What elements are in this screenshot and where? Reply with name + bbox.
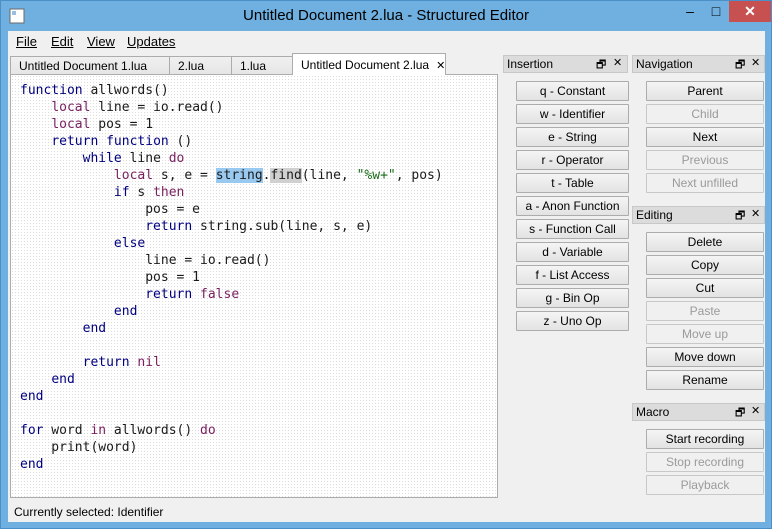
macro-panel: Macro 🗗 ✕ Start recording Stop recording P…: [632, 403, 765, 498]
tab-untitled-document-1[interactable]: Untitled Document 1.lua: [10, 56, 170, 75]
editing-button-rename[interactable]: Rename: [646, 370, 764, 390]
minimize-icon[interactable]: –: [677, 1, 703, 22]
code-line[interactable]: end: [20, 456, 443, 473]
code-line[interactable]: pos = 1: [20, 269, 443, 286]
navigation-button-parent[interactable]: Parent: [646, 81, 764, 101]
panel-float-icon[interactable]: 🗗: [735, 404, 745, 423]
panel-float-icon[interactable]: 🗗: [735, 56, 745, 75]
editing-button-move-up[interactable]: Move up: [646, 324, 764, 344]
tab-close-icon[interactable]: ✕: [436, 60, 445, 72]
code-line[interactable]: end: [20, 303, 443, 320]
menu-view[interactable]: View: [87, 34, 115, 49]
menu-updates[interactable]: Updates: [127, 34, 175, 49]
panel-close-icon[interactable]: ✕: [751, 56, 760, 69]
insertion-button-e-string[interactable]: e - String: [516, 127, 629, 147]
code-line[interactable]: return function (): [20, 133, 443, 150]
insertion-button-t-table[interactable]: t - Table: [516, 173, 629, 193]
menu-file[interactable]: File: [16, 34, 37, 49]
window-title: Untitled Document 2.lua - Structured Edi…: [243, 7, 529, 24]
code-line[interactable]: line = io.read(): [20, 252, 443, 269]
code-line[interactable]: pos = e: [20, 201, 443, 218]
macro-button-stop-recording[interactable]: Stop recording: [646, 452, 764, 472]
menu-bar: File Edit View Updates: [8, 31, 765, 53]
insertion-button-w-identifier[interactable]: w - Identifier: [516, 104, 629, 124]
code-line[interactable]: return false: [20, 286, 443, 303]
code-line[interactable]: else: [20, 235, 443, 252]
panel-float-icon[interactable]: 🗗: [735, 207, 745, 226]
code-content[interactable]: function allwords() local line = io.read…: [20, 82, 443, 473]
code-line[interactable]: end: [20, 388, 443, 405]
panel-close-icon[interactable]: ✕: [751, 404, 760, 417]
tab-1-lua[interactable]: 1.lua: [231, 56, 293, 75]
panel-close-icon[interactable]: ✕: [613, 56, 622, 69]
macro-button-start-recording[interactable]: Start recording: [646, 429, 764, 449]
code-line[interactable]: while line do: [20, 150, 443, 167]
app-window: Untitled Document 2.lua - Structured Edi…: [0, 0, 772, 529]
client-area: File Edit View Updates Untitled Document…: [8, 31, 765, 522]
navigation-button-child[interactable]: Child: [646, 104, 764, 124]
panel-close-icon[interactable]: ✕: [751, 207, 760, 220]
editing-button-paste[interactable]: Paste: [646, 301, 764, 321]
navigation-panel: Navigation 🗗 ✕ Parent Child Next Previous Ne…: [632, 55, 765, 199]
code-line[interactable]: local line = io.read(): [20, 99, 443, 116]
close-icon[interactable]: ✕: [729, 1, 771, 22]
title-bar[interactable]: Untitled Document 2.lua - Structured Edi…: [1, 1, 771, 31]
tab-untitled-document-2[interactable]: Untitled Document 2.lua ✕: [292, 53, 446, 75]
status-bar: Currently selected: Identifier: [14, 505, 164, 519]
tab-2-lua[interactable]: 2.lua: [169, 56, 232, 75]
code-editor[interactable]: function allwords() local line = io.read…: [10, 74, 498, 498]
insertion-panel: Insertion 🗗 ✕ q - Constant w - Identifier…: [503, 55, 629, 335]
code-line[interactable]: print(word): [20, 439, 443, 456]
insertion-button-z-uno-op[interactable]: z - Uno Op: [516, 311, 629, 331]
document-tabs: Untitled Document 1.lua 2.lua 1.lua Unti…: [10, 53, 500, 75]
navigation-button-next[interactable]: Next: [646, 127, 764, 147]
code-line[interactable]: function allwords(): [20, 82, 443, 99]
panel-float-icon[interactable]: 🗗: [596, 56, 606, 75]
editing-button-move-down[interactable]: Move down: [646, 347, 764, 367]
macro-panel-header: Macro 🗗 ✕: [632, 403, 765, 421]
code-line[interactable]: end: [20, 371, 443, 388]
maximize-icon[interactable]: □: [703, 1, 729, 22]
code-line[interactable]: [20, 337, 443, 354]
insertion-button-q-constant[interactable]: q - Constant: [516, 81, 629, 101]
navigation-panel-header: Navigation 🗗 ✕: [632, 55, 765, 73]
insertion-button-s-function-call[interactable]: s - Function Call: [516, 219, 629, 239]
insertion-panel-header: Insertion 🗗 ✕: [503, 55, 628, 73]
insertion-button-g-bin-op[interactable]: g - Bin Op: [516, 288, 629, 308]
code-line[interactable]: local s, e = string.find(line, "%w+", po…: [20, 167, 443, 184]
menu-edit[interactable]: Edit: [51, 34, 73, 49]
insertion-button-a-anon-function[interactable]: a - Anon Function: [516, 196, 629, 216]
navigation-button-next-unfilled[interactable]: Next unfilled: [646, 173, 764, 193]
editing-panel-header: Editing 🗗 ✕: [632, 206, 765, 224]
insertion-button-r-operator[interactable]: r - Operator: [516, 150, 629, 170]
code-line[interactable]: local pos = 1: [20, 116, 443, 133]
editing-panel: Editing 🗗 ✕ Delete Copy Cut Paste Move up Mov…: [632, 206, 765, 396]
editing-button-cut[interactable]: Cut: [646, 278, 764, 298]
insertion-button-f-list-access[interactable]: f - List Access: [516, 265, 629, 285]
code-line[interactable]: end: [20, 320, 443, 337]
macro-button-playback[interactable]: Playback: [646, 475, 764, 495]
code-line[interactable]: if s then: [20, 184, 443, 201]
editing-button-copy[interactable]: Copy: [646, 255, 764, 275]
editing-button-delete[interactable]: Delete: [646, 232, 764, 252]
insertion-button-d-variable[interactable]: d - Variable: [516, 242, 629, 262]
code-line[interactable]: return nil: [20, 354, 443, 371]
code-line[interactable]: [20, 405, 443, 422]
code-line[interactable]: for word in allwords() do: [20, 422, 443, 439]
code-line[interactable]: return string.sub(line, s, e): [20, 218, 443, 235]
navigation-button-previous[interactable]: Previous: [646, 150, 764, 170]
